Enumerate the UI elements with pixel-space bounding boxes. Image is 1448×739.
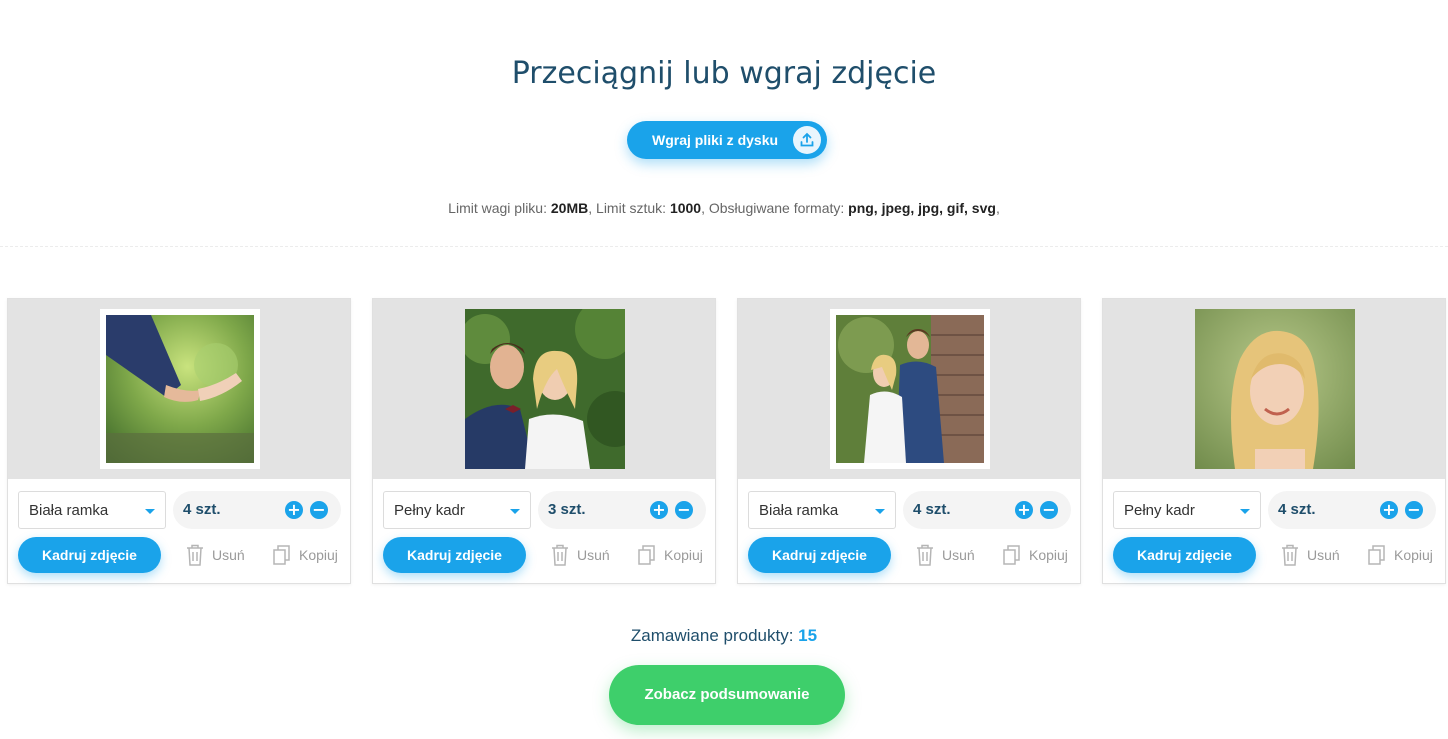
minus-icon[interactable]: −	[1405, 501, 1423, 519]
count-limit-label: , Limit sztuk:	[588, 200, 667, 216]
crop-photo-button[interactable]: Kadruj zdjęcie	[1113, 537, 1256, 573]
photo-card: Biała ramka 4 szt. + − Kadruj zdjęcie Us…	[7, 298, 351, 584]
copy-icon	[273, 545, 290, 565]
trash-icon	[917, 544, 933, 566]
formats-trailing: ,	[995, 200, 1000, 216]
photo-preview-area	[1103, 299, 1445, 479]
chevron-down-icon	[510, 509, 520, 514]
view-summary-button[interactable]: Zobacz podsumowanie	[609, 665, 845, 725]
minus-icon[interactable]: −	[675, 501, 693, 519]
quantity-stepper: 3 szt. + −	[538, 491, 706, 529]
delete-label: Usuń	[942, 547, 975, 563]
variant-select-value: Pełny kadr	[1124, 502, 1195, 519]
plus-icon[interactable]: +	[285, 501, 303, 519]
delete-button[interactable]: Usuń	[551, 544, 610, 566]
copy-button[interactable]: Kopiuj	[638, 545, 703, 565]
delete-label: Usuń	[1307, 547, 1340, 563]
copy-label: Kopiuj	[299, 547, 338, 563]
variant-select-value: Pełny kadr	[394, 502, 465, 519]
trash-icon	[187, 544, 203, 566]
minus-icon[interactable]: −	[310, 501, 328, 519]
photo-thumbnail[interactable]	[100, 309, 260, 469]
quantity-value: 4 szt.	[913, 501, 951, 518]
photo-image	[465, 309, 625, 469]
quantity-value: 4 szt.	[1278, 501, 1316, 518]
delete-label: Usuń	[212, 547, 245, 563]
formats-value: png, jpeg, jpg, gif, svg	[848, 200, 996, 216]
delete-button[interactable]: Usuń	[916, 544, 975, 566]
photo-thumbnail[interactable]	[1195, 309, 1355, 469]
photo-card: Biała ramka 4 szt. + − Kadruj zdjęcie Us…	[737, 298, 1081, 584]
copy-button[interactable]: Kopiuj	[273, 545, 338, 565]
delete-button[interactable]: Usuń	[186, 544, 245, 566]
page-title: Przeciągnij lub wgraj zdjęcie	[511, 56, 937, 91]
copy-icon	[638, 545, 655, 565]
plus-icon[interactable]: +	[650, 501, 668, 519]
upload-icon	[793, 126, 821, 154]
ordered-products-count: Zamawiane produkty: 15	[0, 626, 1448, 646]
minus-icon[interactable]: −	[1040, 501, 1058, 519]
photo-preview-area	[8, 299, 350, 479]
copy-button[interactable]: Kopiuj	[1003, 545, 1068, 565]
photo-image	[836, 315, 984, 463]
ordered-products-label: Zamawiane produkty:	[630, 626, 794, 645]
trash-icon	[1282, 544, 1298, 566]
delete-button[interactable]: Usuń	[1281, 544, 1340, 566]
variant-select-value: Biała ramka	[759, 502, 839, 519]
variant-select[interactable]: Pełny kadr	[1113, 491, 1261, 529]
quantity-stepper: 4 szt. + −	[903, 491, 1071, 529]
upload-limits: Limit wagi pliku: 20MB, Limit sztuk: 100…	[0, 200, 1448, 216]
quantity-value: 3 szt.	[548, 501, 586, 518]
photo-card: Pełny kadr 3 szt. + − Kadruj zdjęcie Usu…	[372, 298, 716, 584]
plus-icon[interactable]: +	[1380, 501, 1398, 519]
photo-preview-area	[738, 299, 1080, 479]
variant-select[interactable]: Biała ramka	[748, 491, 896, 529]
chevron-down-icon	[1240, 509, 1250, 514]
photo-preview-area	[373, 299, 715, 479]
copy-icon	[1368, 545, 1385, 565]
size-limit-value: 20MB	[550, 200, 589, 216]
count-limit-value: 1000	[669, 200, 702, 216]
upload-files-button[interactable]: Wgraj pliki z dysku	[627, 121, 827, 159]
quantity-value: 4 szt.	[183, 501, 221, 518]
copy-button[interactable]: Kopiuj	[1368, 545, 1433, 565]
crop-photo-button[interactable]: Kadruj zdjęcie	[18, 537, 161, 573]
photo-thumbnail[interactable]	[830, 309, 990, 469]
upload-button-label: Wgraj pliki z dysku	[652, 132, 779, 148]
size-limit-label: Limit wagi pliku:	[448, 200, 547, 216]
copy-label: Kopiuj	[1394, 547, 1433, 563]
crop-photo-button[interactable]: Kadruj zdjęcie	[748, 537, 891, 573]
chevron-down-icon	[875, 509, 885, 514]
formats-label: , Obsługiwane formaty:	[701, 200, 845, 216]
quantity-stepper: 4 szt. + −	[173, 491, 341, 529]
photo-thumbnail[interactable]	[465, 309, 625, 469]
photo-card: Pełny kadr 4 szt. + − Kadruj zdjęcie Usu…	[1102, 298, 1446, 584]
section-divider	[0, 246, 1448, 247]
crop-photo-button[interactable]: Kadruj zdjęcie	[383, 537, 526, 573]
copy-label: Kopiuj	[1029, 547, 1068, 563]
variant-select[interactable]: Biała ramka	[18, 491, 166, 529]
photo-image	[106, 315, 254, 463]
ordered-products-value: 15	[798, 626, 818, 645]
photo-image	[1195, 309, 1355, 469]
trash-icon	[552, 544, 568, 566]
copy-icon	[1003, 545, 1020, 565]
variant-select[interactable]: Pełny kadr	[383, 491, 531, 529]
quantity-stepper: 4 szt. + −	[1268, 491, 1436, 529]
delete-label: Usuń	[577, 547, 610, 563]
plus-icon[interactable]: +	[1015, 501, 1033, 519]
copy-label: Kopiuj	[664, 547, 703, 563]
chevron-down-icon	[145, 509, 155, 514]
variant-select-value: Biała ramka	[29, 502, 109, 519]
